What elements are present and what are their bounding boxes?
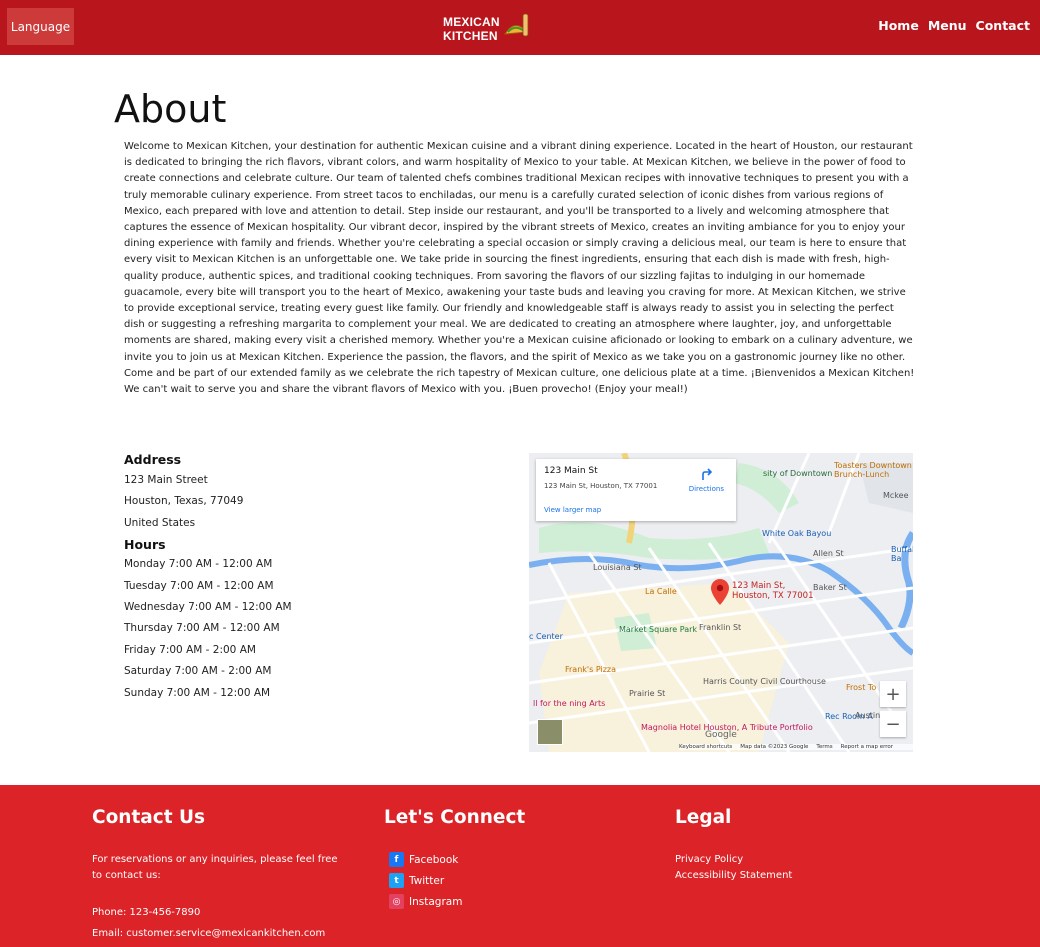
map-label-white-oak: White Oak Bayou bbox=[762, 529, 832, 538]
contact-text: For reservations or any inquiries, pleas… bbox=[92, 854, 338, 881]
twitter-icon: t bbox=[389, 873, 404, 888]
map-label-baker-st: Baker St bbox=[813, 583, 847, 592]
zoom-out-button[interactable]: − bbox=[880, 711, 906, 737]
instagram-icon: ◎ bbox=[389, 894, 404, 909]
hours-line: Thursday 7:00 AM - 12:00 AM bbox=[124, 622, 280, 635]
hours-line: Wednesday 7:00 AM - 12:00 AM bbox=[124, 601, 292, 614]
address-heading: Address bbox=[124, 452, 182, 467]
map-pin-label-line2: Houston, TX 77001 bbox=[732, 591, 814, 601]
map-label-toasters: Toasters Downtown Brunch-Lunch bbox=[834, 461, 912, 479]
hours-line: Monday 7:00 AM - 12:00 AM bbox=[124, 558, 273, 571]
about-paragraph: Welcome to Mexican Kitchen, your destina… bbox=[124, 141, 915, 396]
legal-heading: Legal bbox=[675, 807, 732, 828]
map-pin-label-line1: 123 Main St, bbox=[732, 581, 786, 591]
contact-heading: Contact Us bbox=[92, 807, 206, 828]
contact-email[interactable]: Email: customer.service@mexicankitchen.c… bbox=[92, 926, 325, 942]
directions-link[interactable]: Directions bbox=[689, 485, 724, 493]
place-name: 123 Main St bbox=[544, 466, 598, 476]
map-attribution: Keyboard shortcuts Map data ©2023 Google… bbox=[679, 744, 913, 750]
page-title: About bbox=[114, 87, 227, 131]
map-label-la-calle: La Calle bbox=[645, 587, 677, 596]
facebook-icon: f bbox=[389, 852, 404, 867]
directions-icon[interactable] bbox=[700, 467, 714, 481]
connect-heading: Let's Connect bbox=[384, 807, 526, 828]
address-line: United States bbox=[124, 516, 196, 529]
map-label-market-square: Market Square Park bbox=[619, 625, 698, 634]
hours-line: Friday 7:00 AM - 2:00 AM bbox=[124, 643, 256, 656]
nav-link-contact[interactable]: Contact bbox=[976, 18, 1030, 33]
embedded-map[interactable]: sity of Downtown White Oak Bayou La Call… bbox=[529, 453, 913, 752]
top-navbar: Language MEXICAN KITCHEN Home Menu Conta… bbox=[0, 0, 1040, 55]
taco-icon bbox=[504, 13, 529, 37]
map-label-frost: Frost To bbox=[846, 683, 877, 692]
map-pin-icon[interactable] bbox=[711, 579, 729, 605]
map-place-card: 123 Main St 123 Main St, Houston, TX 770… bbox=[536, 459, 736, 521]
map-data-text: Map data ©2023 Google bbox=[740, 744, 809, 750]
map-label-allen-st: Allen St bbox=[813, 549, 844, 558]
satellite-toggle[interactable] bbox=[537, 719, 563, 745]
language-button[interactable]: Language bbox=[7, 8, 74, 45]
map-label-downtown: sity of Downtown bbox=[763, 469, 833, 478]
accessibility-statement-link[interactable]: Accessibility Statement bbox=[675, 868, 792, 884]
social-facebook[interactable]: f Facebook bbox=[389, 852, 458, 867]
zoom-in-button[interactable]: + bbox=[880, 681, 906, 707]
social-twitter[interactable]: t Twitter bbox=[389, 873, 444, 888]
site-logo[interactable]: MEXICAN KITCHEN bbox=[443, 10, 533, 44]
map-label-performing-arts: ll for the ning Arts bbox=[533, 699, 606, 708]
hours-line: Tuesday 7:00 AM - 12:00 AM bbox=[124, 579, 274, 592]
nav-link-home[interactable]: Home bbox=[878, 18, 919, 33]
facebook-label: Facebook bbox=[409, 853, 459, 866]
social-instagram[interactable]: ◎ Instagram bbox=[389, 894, 462, 909]
map-label-harris: Harris County Civil Courthouse bbox=[703, 677, 826, 686]
nav-links: Home Menu Contact bbox=[878, 18, 1030, 33]
place-address: 123 Main St, Houston, TX 77001 bbox=[544, 482, 658, 490]
hours-heading: Hours bbox=[124, 537, 166, 553]
address-line: Houston, Texas, 77049 bbox=[124, 495, 244, 508]
nav-link-menu[interactable]: Menu bbox=[928, 18, 967, 33]
hours-line: Sunday 7:00 AM - 12:00 AM bbox=[124, 686, 271, 699]
map-label-buffalo: Buffalo Ba bbox=[891, 545, 913, 563]
contact-phone[interactable]: Phone: 123-456-7890 bbox=[92, 905, 200, 921]
privacy-policy-link[interactable]: Privacy Policy bbox=[675, 852, 743, 868]
twitter-label: Twitter bbox=[409, 874, 445, 887]
address-line: 123 Main Street bbox=[124, 474, 208, 486]
map-label-louisiana-st: Louisiana St bbox=[593, 563, 642, 572]
logo-text-line1: MEXICAN bbox=[443, 15, 500, 29]
site-footer: Contact Us For reservations or any inqui… bbox=[0, 785, 1040, 947]
keyboard-shortcuts-link[interactable]: Keyboard shortcuts bbox=[679, 744, 732, 750]
map-label-center: c Center bbox=[529, 632, 563, 641]
location-info: Address 123 Main Street Houston, Texas, … bbox=[124, 452, 424, 704]
map-label-franklin-st: Franklin St bbox=[699, 623, 742, 632]
instagram-label: Instagram bbox=[409, 895, 463, 908]
terms-link[interactable]: Terms bbox=[816, 744, 832, 750]
logo-text-line2: KITCHEN bbox=[443, 29, 498, 43]
google-logo: Google bbox=[705, 730, 737, 740]
map-label-mckee: Mckee bbox=[883, 491, 909, 500]
report-error-link[interactable]: Report a map error bbox=[841, 744, 893, 750]
map-label-prairie-st: Prairie St bbox=[629, 689, 666, 698]
view-larger-map-link[interactable]: View larger map bbox=[544, 506, 601, 514]
hours-line: Saturday 7:00 AM - 2:00 AM bbox=[124, 665, 272, 678]
map-label-franks-pizza: Frank's Pizza bbox=[565, 665, 616, 674]
